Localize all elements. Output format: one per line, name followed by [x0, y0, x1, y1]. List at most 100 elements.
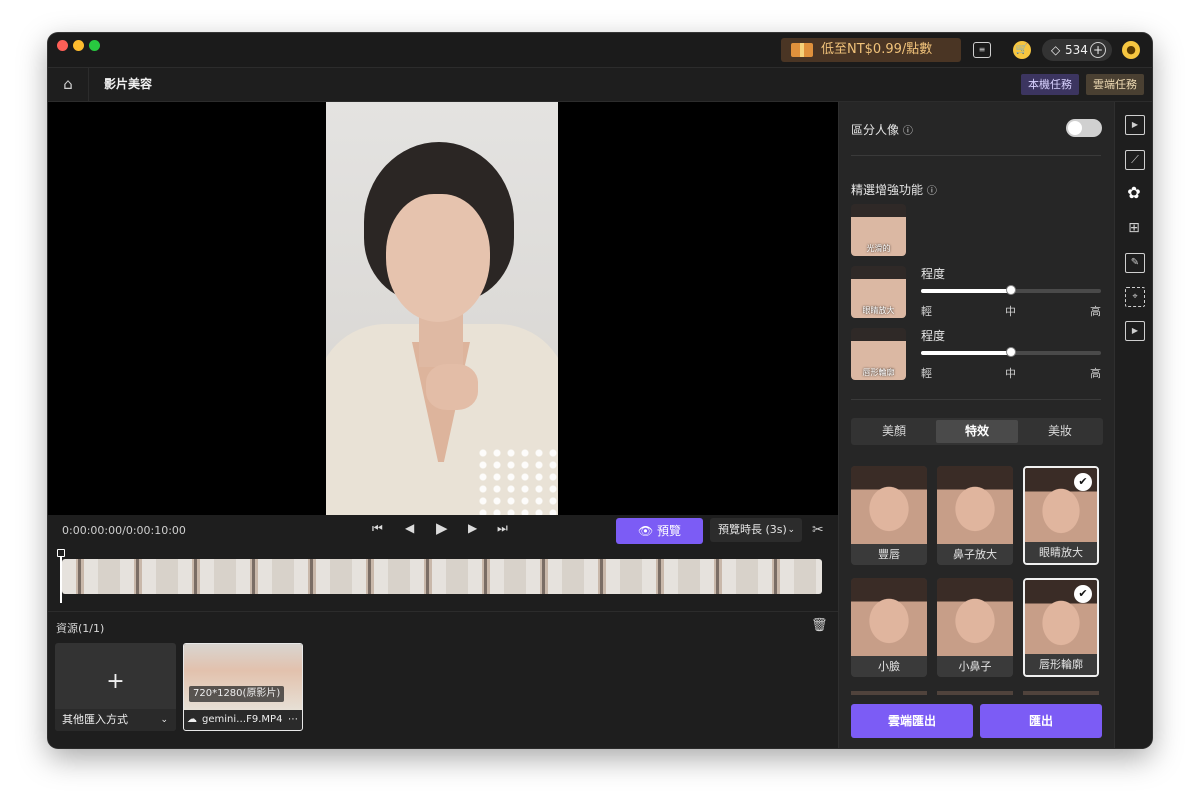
zoom-window-button[interactable]: [89, 40, 100, 51]
import-box[interactable]: + 其他匯入方式 ⌄: [55, 643, 176, 731]
import-label: 其他匯入方式: [62, 713, 128, 726]
preview-button[interactable]: 👁 預覽: [616, 518, 703, 544]
effect-tile-lip-plump[interactable]: 豐唇: [851, 466, 927, 565]
tick-low: 輕: [921, 305, 932, 318]
effect-preview: [937, 466, 1013, 544]
separate-portrait-toggle[interactable]: [1066, 119, 1102, 137]
cloud-tasks-button[interactable]: 雲端任務: [1086, 74, 1144, 95]
tick-low: 輕: [921, 367, 932, 380]
featured-label: 唇形輪廓: [862, 368, 895, 377]
cloud-export-button[interactable]: 雲端匯出: [851, 704, 973, 738]
tick-mid: 中: [1005, 367, 1016, 380]
clip-name: gemini…F9.MP4: [202, 714, 283, 725]
divider: [851, 155, 1101, 156]
effect-preview: [851, 578, 927, 656]
tab-makeup[interactable]: 美妝: [1019, 420, 1101, 443]
local-tasks-button[interactable]: 本機任務: [1021, 74, 1079, 95]
timeline-strip[interactable]: [62, 559, 822, 594]
skip-back-icon[interactable]: ⏮: [372, 521, 383, 536]
effect-label: 眼睛放大: [1025, 542, 1097, 563]
tab-effects[interactable]: 特效: [936, 420, 1018, 443]
promo-text: 低至NT$0.99/點數: [821, 42, 933, 57]
effect-label: 鼻子放大: [937, 544, 1013, 565]
resources-title: 資源(1/1): [56, 622, 105, 635]
effect-tile-small-face[interactable]: 小臉: [851, 578, 927, 677]
effect-tabs: 美顏 特效 美妝: [851, 418, 1103, 445]
import-options-dropdown[interactable]: 其他匯入方式 ⌄: [55, 709, 176, 731]
check-icon: ✔: [1074, 473, 1092, 491]
playhead[interactable]: [57, 549, 65, 603]
select-area-icon[interactable]: ⌖: [1125, 287, 1145, 307]
clip-name-row: ☁ gemini…F9.MP4 ⋯: [184, 710, 302, 730]
slider-knob[interactable]: [1006, 285, 1016, 295]
edit-icon[interactable]: ✎: [1125, 253, 1145, 273]
clip-resolution: 720*1280(原影片): [189, 686, 285, 702]
video-add-icon[interactable]: ▶: [1125, 321, 1145, 341]
nav-bar: ⌂ 影片美容 本機任務 雲端任務: [48, 68, 1152, 102]
media-clip[interactable]: 720*1280(原影片) ☁ gemini…F9.MP4 ⋯: [183, 643, 303, 731]
timecode: 0:00:00:00/0:00:10:00: [62, 524, 186, 537]
step-forward-icon[interactable]: ▶: [468, 521, 477, 535]
scissors-icon[interactable]: ✂: [812, 522, 824, 538]
featured-lip-contour[interactable]: 唇形輪廓: [851, 328, 906, 380]
add-credits-icon[interactable]: +: [1090, 42, 1106, 58]
user-icon[interactable]: ●: [1122, 41, 1140, 59]
export-button[interactable]: 匯出: [980, 704, 1102, 738]
message-icon[interactable]: ≡: [973, 42, 991, 58]
effect-tile-nose-enlarge[interactable]: 鼻子放大: [937, 466, 1013, 565]
effect-label: 小臉: [851, 656, 927, 677]
slider-title: 程度: [921, 267, 946, 281]
cloud-icon: ☁: [187, 714, 197, 725]
info-icon[interactable]: ⓘ: [903, 126, 913, 137]
effect-tile-small-nose[interactable]: 小鼻子: [937, 578, 1013, 677]
home-icon[interactable]: ⌂: [48, 68, 89, 101]
cart-icon[interactable]: 🛒: [1013, 41, 1031, 59]
effect-tile-eye-enlarge[interactable]: 眼睛放大 ✔: [1023, 466, 1099, 565]
beauty-icon[interactable]: ✿: [1125, 184, 1143, 202]
video-preview[interactable]: [48, 102, 838, 515]
separate-portrait-label: 區分人像 ⓘ: [851, 123, 913, 137]
effect-label: 豐唇: [851, 544, 927, 565]
effect-preview: [851, 466, 927, 544]
step-back-icon[interactable]: ◀: [405, 521, 414, 535]
effect-label: 唇形輪廓: [1025, 654, 1097, 675]
preview-frame: [326, 102, 558, 515]
featured-eye-enlarge[interactable]: 眼睛放大: [851, 266, 906, 318]
play-icon[interactable]: ▶: [436, 519, 448, 537]
tool-rail: ▶ ⟋ ✿ ⊞ ✎ ⌖ ▶: [1114, 102, 1152, 748]
credits-count: 534: [1065, 43, 1088, 57]
skip-forward-icon[interactable]: ⏭: [497, 521, 508, 536]
trash-icon[interactable]: 🗑: [811, 618, 828, 633]
slider-knob[interactable]: [1006, 347, 1016, 357]
lip-contour-slider[interactable]: [921, 347, 1101, 357]
promo-banner[interactable]: 低至NT$0.99/點數: [781, 38, 961, 62]
page-title: 影片美容: [104, 77, 153, 91]
gift-icon: [791, 43, 813, 57]
close-window-button[interactable]: [57, 40, 68, 51]
featured-smooth[interactable]: 光滑的: [851, 204, 906, 256]
chevron-down-icon: ⌄: [787, 525, 795, 535]
effect-preview: [937, 578, 1013, 656]
eye-enlarge-slider[interactable]: [921, 285, 1101, 295]
effect-tile-lip-contour[interactable]: 唇形輪廓 ✔: [1023, 578, 1099, 677]
enhance-panel: 區分人像 ⓘ 精選增強功能 ⓘ 光滑的 眼睛放大 程度 輕 中 高 唇形輪廓 程…: [838, 102, 1115, 748]
preview-duration-dropdown[interactable]: 預覽時長 (3s) ⌄: [710, 518, 802, 542]
more-icon[interactable]: ⋯: [288, 710, 298, 730]
credits-badge[interactable]: ◇ 534 +: [1042, 39, 1112, 61]
info-icon[interactable]: ⓘ: [927, 186, 937, 197]
add-layout-icon[interactable]: ⊞: [1125, 219, 1143, 237]
effect-label: 小鼻子: [937, 656, 1013, 677]
minimize-window-button[interactable]: [73, 40, 84, 51]
divider: [851, 399, 1101, 400]
curve-icon[interactable]: ⟋: [1125, 150, 1145, 170]
duration-label: 預覽時長 (3s): [718, 523, 787, 536]
tick-mid: 中: [1005, 305, 1016, 318]
app-window: 低至NT$0.99/點數 ≡ 🛒 ◇ 534 + ● ⌂ 影片美容 本機任務 雲…: [48, 33, 1152, 748]
tab-beauty[interactable]: 美顏: [853, 420, 935, 443]
tick-high: 高: [1090, 305, 1101, 318]
featured-label: 眼睛放大: [862, 306, 895, 315]
plus-icon: +: [106, 669, 125, 694]
tick-high: 高: [1090, 367, 1101, 380]
resources-panel: 資源(1/1) 🗑 + 其他匯入方式 ⌄ 720*1280(原影片) ☁ gem…: [48, 611, 838, 748]
uhd-icon[interactable]: ▶: [1125, 115, 1145, 135]
